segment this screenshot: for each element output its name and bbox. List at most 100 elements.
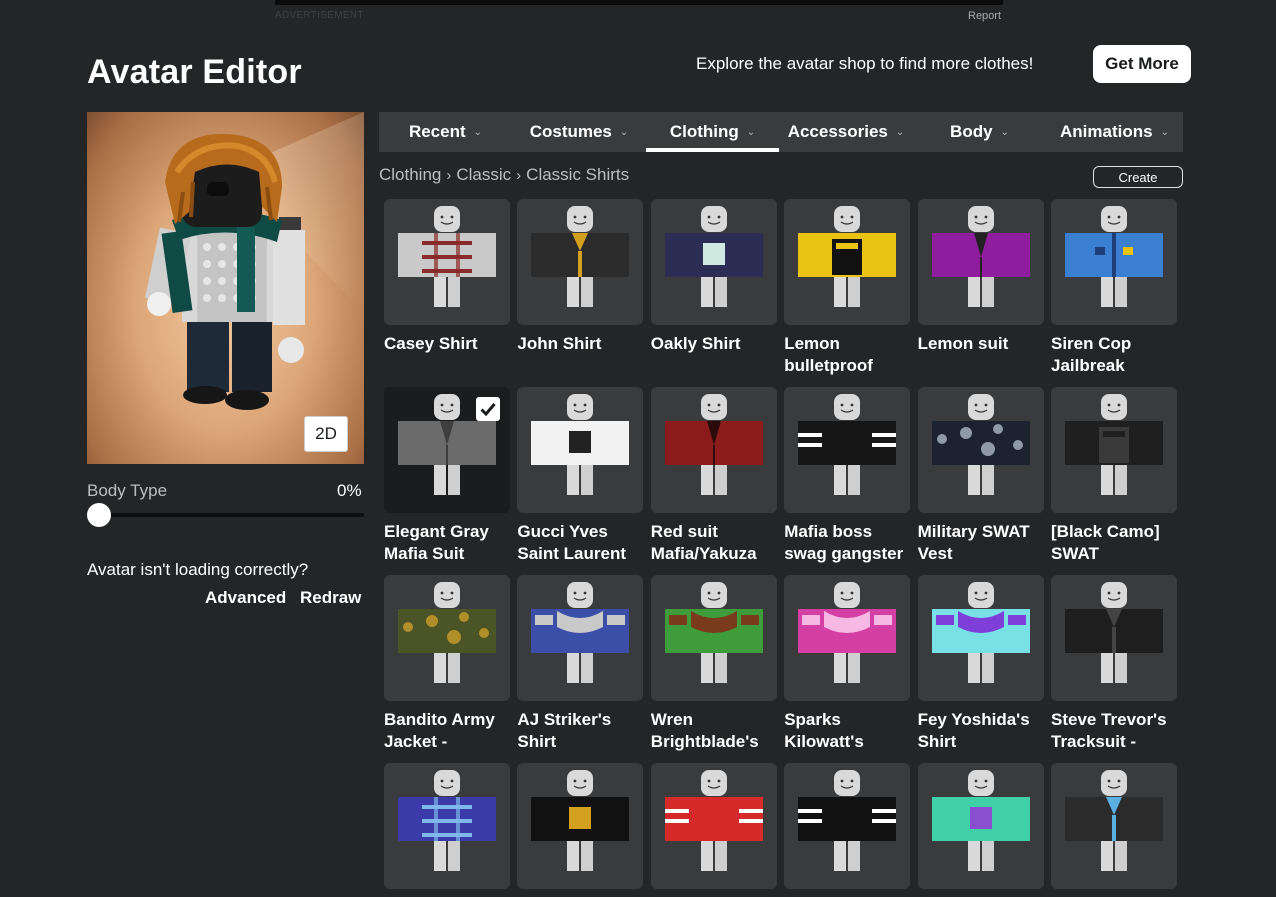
breadcrumb-classic[interactable]: Classic — [456, 165, 511, 185]
item-thumbnail[interactable] — [784, 575, 911, 701]
item-card[interactable]: John Shirt — [517, 199, 644, 355]
tab-clothing[interactable]: Clothing ⌄ — [646, 112, 779, 152]
item-name-line: SWAT — [1051, 544, 1099, 563]
item-card[interactable]: Oakly Shirt — [650, 199, 777, 355]
item-card[interactable] — [784, 763, 911, 897]
item-name: Siren Cop Jailbreak — [1051, 333, 1177, 377]
item-name-line: bulletproof — [784, 356, 873, 375]
tab-costumes[interactable]: Costumes ⌄ — [512, 112, 646, 152]
item-name: Steve Trevor's Tracksuit - — [1051, 709, 1177, 753]
item-thumbnail[interactable] — [384, 387, 510, 513]
item-thumbnail[interactable] — [784, 763, 911, 889]
get-more-button[interactable]: Get More — [1093, 45, 1191, 83]
item-name-line: Wren — [650, 710, 693, 729]
item-name-line: Bandito Army — [384, 710, 495, 729]
item-name: Sparks Kilowatt's — [784, 709, 910, 753]
redraw-link[interactable]: Redraw — [300, 588, 361, 608]
item-thumbnail[interactable] — [650, 575, 777, 701]
tab-recent[interactable]: Recent ⌄ — [379, 112, 512, 152]
item-thumbnail[interactable] — [1051, 199, 1177, 325]
item-card[interactable]: Elegant Gray Mafia Suit — [384, 387, 510, 565]
item-card[interactable] — [917, 763, 1044, 897]
shirt-preview-icon — [931, 582, 1030, 683]
item-name-line: Jailbreak — [1051, 356, 1125, 375]
toggle-2d-button[interactable]: 2D — [304, 416, 348, 452]
avatar-preview[interactable]: 2D — [87, 112, 364, 464]
item-card[interactable]: Casey Shirt — [384, 199, 510, 355]
item-name-line: Lemon — [784, 334, 840, 353]
item-name: [Black Camo] SWAT — [1051, 521, 1177, 565]
shirt-preview-icon — [798, 582, 897, 683]
item-card[interactable]: Mafia boss swag gangster — [784, 387, 911, 565]
item-card[interactable]: [Black Camo] SWAT — [1051, 387, 1177, 565]
shirt-preview-icon — [664, 394, 763, 495]
chevron-right-icon: › — [516, 166, 522, 184]
item-name: Gucci Yves Saint Laurent — [517, 521, 643, 565]
body-type-slider-thumb[interactable] — [87, 503, 111, 527]
item-card[interactable] — [384, 763, 510, 897]
breadcrumb: Clothing › Classic › Classic Shirts — [379, 165, 629, 185]
item-thumbnail[interactable] — [517, 387, 644, 513]
advertisement-banner[interactable] — [275, 0, 1003, 5]
item-thumbnail[interactable] — [384, 199, 510, 325]
item-card[interactable]: Wren Brightblade's — [650, 575, 777, 753]
item-thumbnail[interactable] — [784, 199, 911, 325]
item-card[interactable]: Siren Cop Jailbreak — [1051, 199, 1177, 377]
item-thumbnail[interactable] — [517, 199, 644, 325]
item-thumbnail[interactable] — [917, 387, 1044, 513]
report-ad-link[interactable]: Report — [968, 10, 1001, 22]
shirt-preview-icon — [398, 770, 496, 871]
chevron-down-icon: ⌄ — [1160, 126, 1169, 138]
tab-accessories[interactable]: Accessories ⌄ — [779, 112, 913, 152]
body-type-slider-track[interactable] — [87, 513, 364, 517]
tab-label: Recent — [408, 122, 466, 141]
item-thumbnail[interactable] — [917, 575, 1044, 701]
item-thumbnail[interactable] — [650, 763, 777, 889]
shirt-preview-icon — [664, 206, 763, 307]
item-card[interactable]: Lemon suit — [917, 199, 1044, 355]
item-name: Elegant Gray Mafia Suit — [384, 521, 510, 565]
item-thumbnail[interactable] — [384, 763, 510, 889]
item-card[interactable] — [517, 763, 644, 897]
item-card[interactable]: Fey Yoshida's Shirt — [917, 575, 1044, 753]
item-name-line: Lemon suit — [917, 334, 1009, 353]
item-thumbnail[interactable] — [917, 763, 1044, 889]
item-thumbnail[interactable] — [650, 387, 777, 513]
item-thumbnail[interactable] — [917, 199, 1044, 325]
item-card[interactable]: Bandito Army Jacket - — [384, 575, 510, 753]
advanced-link[interactable]: Advanced — [205, 588, 286, 608]
item-card[interactable]: Lemon bulletproof — [784, 199, 911, 377]
avatar-loading-help-text: Avatar isn't loading correctly? — [87, 560, 309, 579]
tab-animations[interactable]: Animations ⌄ — [1046, 112, 1183, 152]
item-card[interactable]: Military SWAT Vest — [917, 387, 1044, 565]
item-card[interactable] — [650, 763, 777, 897]
item-thumbnail[interactable] — [1051, 763, 1177, 889]
tab-label: Animations — [1060, 122, 1153, 141]
breadcrumb-clothing[interactable]: Clothing — [379, 165, 441, 185]
shirt-preview-icon — [1065, 206, 1163, 307]
item-name: Fey Yoshida's Shirt — [918, 709, 1044, 753]
item-thumbnail[interactable] — [384, 575, 510, 701]
item-thumbnail[interactable] — [784, 387, 911, 513]
item-card[interactable]: AJ Striker's Shirt — [517, 575, 644, 753]
tab-label: Body — [950, 122, 993, 141]
item-thumbnail[interactable] — [650, 199, 777, 325]
create-button[interactable]: Create — [1093, 166, 1183, 188]
item-card[interactable] — [1051, 763, 1177, 897]
item-name: Lemon bulletproof — [784, 333, 910, 377]
item-thumbnail[interactable] — [1051, 575, 1177, 701]
item-name-line: [Black Camo] — [1051, 522, 1160, 541]
tab-label: Costumes — [529, 122, 612, 141]
tab-body[interactable]: Body ⌄ — [913, 112, 1046, 152]
item-card[interactable]: Sparks Kilowatt's — [784, 575, 911, 753]
item-name-line: Casey Shirt — [384, 334, 478, 353]
item-thumbnail[interactable] — [517, 575, 644, 701]
item-thumbnail[interactable] — [517, 763, 644, 889]
shirt-preview-icon — [931, 394, 1030, 495]
item-card[interactable]: Steve Trevor's Tracksuit - — [1051, 575, 1177, 753]
shirt-preview-icon — [931, 770, 1030, 871]
item-thumbnail[interactable] — [1051, 387, 1177, 513]
item-card[interactable]: Gucci Yves Saint Laurent — [517, 387, 644, 565]
item-name-line: Oakly Shirt — [650, 334, 741, 353]
item-card[interactable]: Red suit Mafia/Yakuza — [650, 387, 777, 565]
